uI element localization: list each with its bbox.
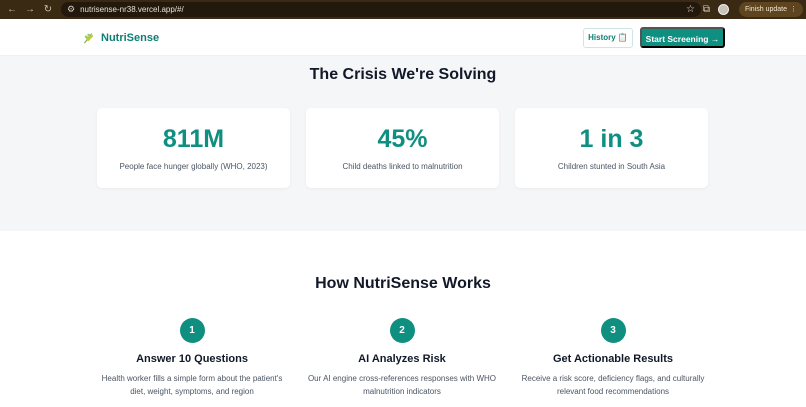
stat-label: Child deaths linked to malnutrition — [342, 162, 463, 171]
stat-label: Children stunted in South Asia — [557, 162, 666, 171]
address-bar[interactable]: ⚙ nutrisense-nr38.vercel.app/#/ ☆ — [61, 2, 701, 17]
menu-dots-icon: ⋮ — [790, 6, 797, 13]
step-title: AI Analyzes Risk — [358, 353, 446, 365]
step-number-badge: 3 — [600, 318, 626, 343]
step-title: Get Actionable Results — [552, 353, 673, 365]
step-actionable-results: 3 Get Actionable Results Receive a risk … — [508, 318, 718, 398]
crisis-section: The Crisis We're Solving 811M People fac… — [0, 56, 806, 231]
step-description: Receive a risk score, deficiency flags, … — [521, 374, 705, 396]
step-number-badge: 1 — [179, 318, 205, 343]
reload-icon[interactable]: ↻ — [41, 3, 55, 17]
stat-value: 1 in 3 — [579, 125, 644, 153]
brand-link[interactable]: NutriSense — [82, 31, 159, 44]
step-description: Health worker fills a simple form about … — [101, 374, 283, 396]
finish-update-label: Finish update — [744, 6, 787, 13]
step-description: Our AI engine cross-references responses… — [307, 374, 497, 396]
step-number-badge: 2 — [389, 318, 415, 343]
stat-card-stunting: 1 in 3 Children stunted in South Asia — [515, 108, 708, 188]
site-header: NutriSense History 📋 Start Screening → — [0, 19, 806, 56]
step-title: Answer 10 Questions — [136, 353, 248, 365]
history-button[interactable]: History 📋 — [583, 28, 633, 48]
how-it-works-title: How NutriSense Works — [315, 275, 491, 292]
extensions-icon[interactable]: ⧉ — [703, 4, 710, 15]
star-icon[interactable]: ☆ — [686, 4, 695, 15]
stat-value: 811M — [162, 125, 225, 153]
brand-name: NutriSense — [101, 31, 160, 44]
back-arrow-icon[interactable]: ← — [5, 3, 19, 17]
stat-label: People face hunger globally (WHO, 2023) — [119, 162, 268, 171]
start-screening-button[interactable]: Start Screening → — [640, 27, 725, 48]
finish-update-button[interactable]: Finish update ⋮ — [738, 2, 803, 17]
profile-avatar[interactable] — [717, 4, 729, 15]
stat-value: 45% — [377, 125, 428, 153]
browser-toolbar: ← → ↻ ⚙ nutrisense-nr38.vercel.app/#/ ☆ … — [0, 0, 806, 19]
browser-actions: ⧉ Finish update ⋮ — [703, 2, 803, 17]
site-info-icon[interactable]: ⚙ — [67, 4, 75, 15]
step-answer-questions: 1 Answer 10 Questions Health worker fill… — [87, 318, 297, 398]
crisis-title: The Crisis We're Solving — [309, 66, 497, 83]
stat-card-child-deaths: 45% Child deaths linked to malnutrition — [306, 108, 499, 188]
stat-card-hunger: 811M People face hunger globally (WHO, 2… — [97, 108, 290, 188]
address-url[interactable]: nutrisense-nr38.vercel.app/#/ — [80, 5, 686, 14]
step-ai-analyzes: 2 AI Analyzes Risk Our AI engine cross-r… — [297, 318, 507, 398]
wheat-icon — [83, 33, 93, 44]
forward-arrow-icon[interactable]: → — [23, 3, 37, 17]
